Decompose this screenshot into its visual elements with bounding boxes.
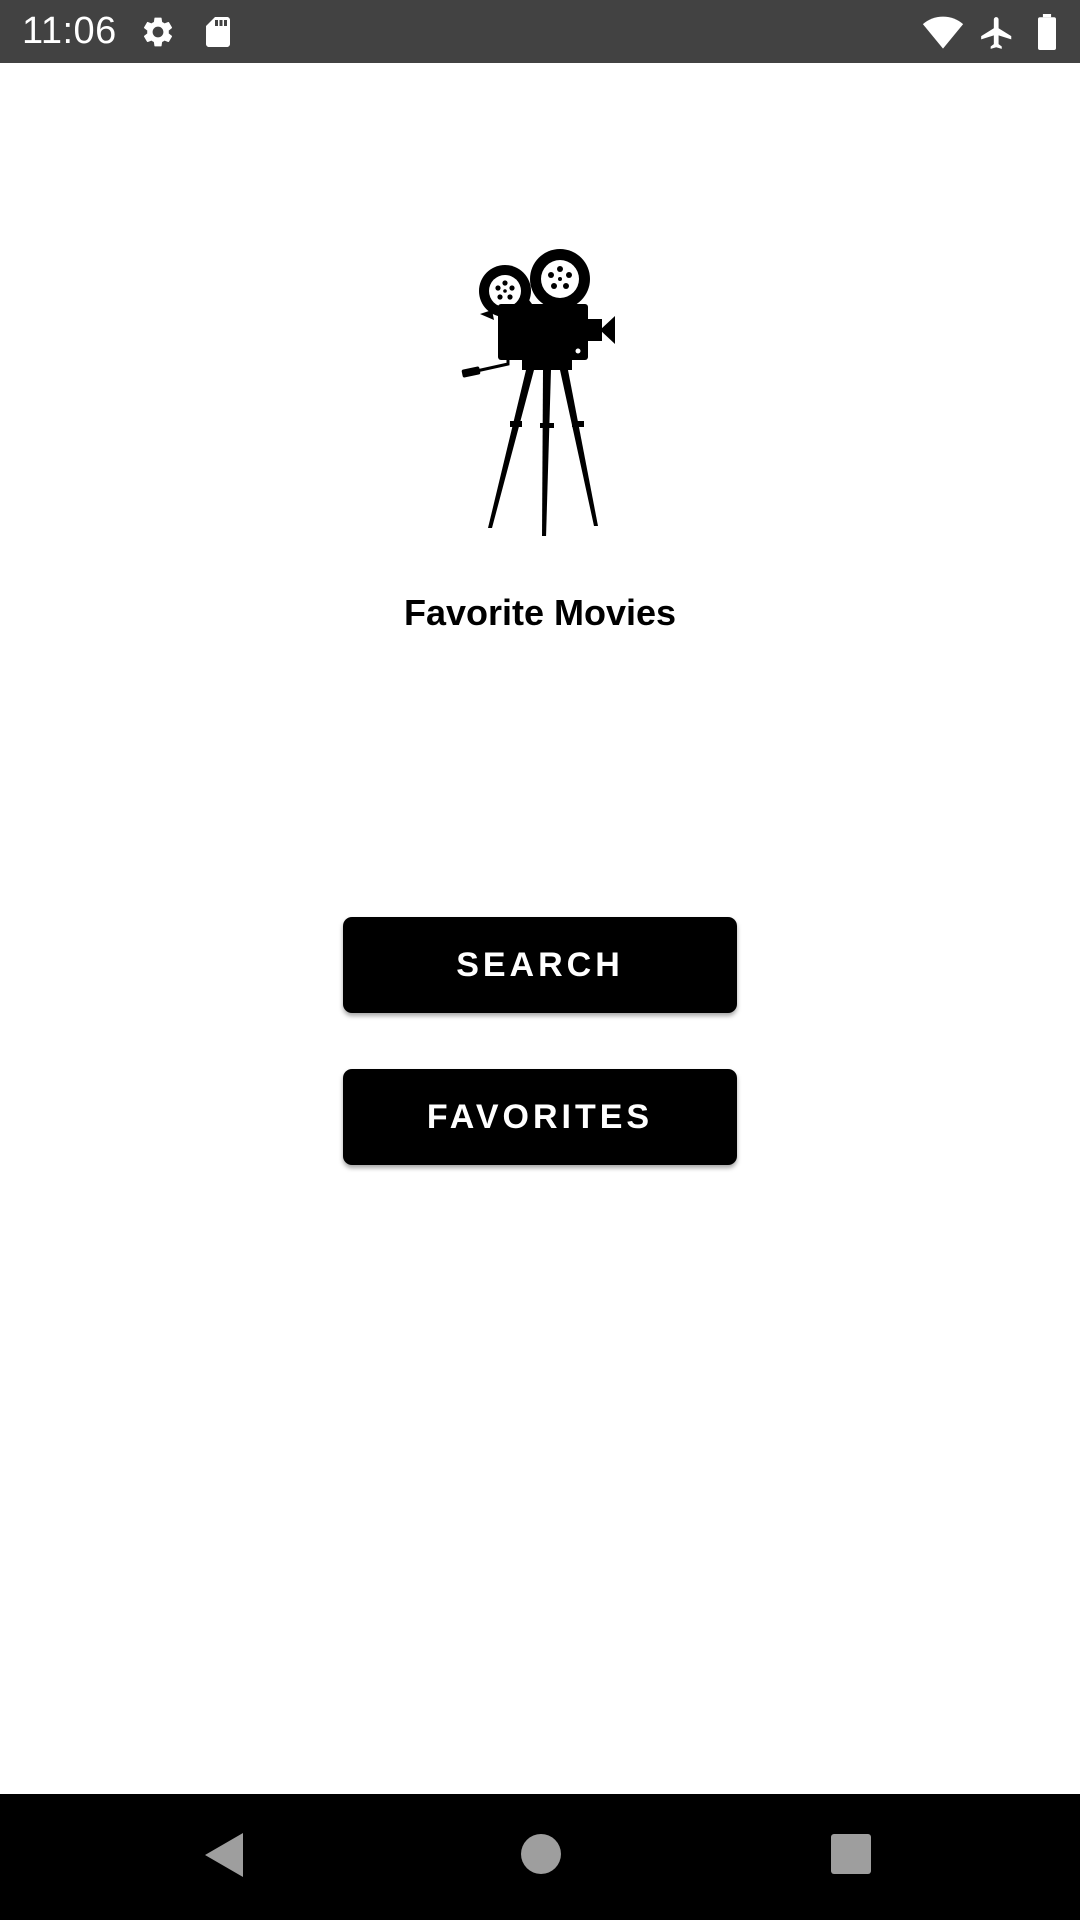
settings-icon [140, 14, 176, 55]
wifi-icon [922, 14, 964, 55]
status-time: 11:06 [22, 10, 117, 52]
app-content: Favorite Movies SEARCH FAVORITES [0, 63, 1080, 1794]
movie-camera-icon [460, 246, 620, 538]
search-button[interactable]: SEARCH [343, 917, 737, 1013]
favorites-button[interactable]: FAVORITES [343, 1069, 737, 1165]
back-icon[interactable] [200, 1830, 250, 1880]
home-icon[interactable] [517, 1830, 565, 1878]
airplane-mode-icon [978, 14, 1016, 57]
battery-icon [1036, 14, 1058, 55]
recents-icon[interactable] [829, 1832, 873, 1876]
navigation-bar [0, 1794, 1080, 1920]
sd-card-icon [200, 14, 236, 55]
app-title: Favorite Movies [403, 592, 677, 633]
status-bar: 11:06 [0, 0, 1080, 63]
